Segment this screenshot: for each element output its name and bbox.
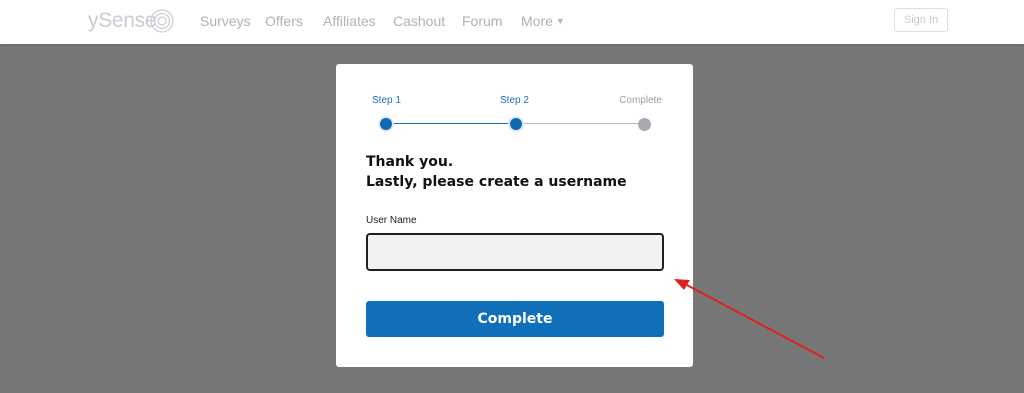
step-complete-label: Complete [619,95,662,106]
username-input[interactable] [366,233,664,271]
nav-link-surveys[interactable]: Surveys [200,13,251,29]
step-1-label: Step 1 [372,95,401,106]
nav-more-label: More [521,13,553,29]
progress-track-completed [386,123,516,124]
nav-link-affiliates[interactable]: Affiliates [323,13,376,29]
progress-track-pending [516,123,644,124]
step-2-marker [508,116,524,132]
step-2-label: Step 2 [500,95,529,106]
sign-in-button[interactable]: Sign In [894,8,948,32]
logo-text: ySense [88,9,157,32]
nav-more-dropdown[interactable]: More ▼ [521,13,565,29]
ysense-logo[interactable]: ySense [88,6,175,36]
caret-down-icon: ▼ [555,16,565,26]
nav-link-forum[interactable]: Forum [462,13,502,29]
complete-button[interactable]: Complete [366,301,664,337]
top-navbar: ySense Surveys Offers Affiliates Cashout… [0,0,1024,44]
heading-line-thanks: Thank you. [366,154,454,170]
step-1-marker [378,116,394,132]
swirl-logo-icon [150,9,174,33]
heading-line-instruction: Lastly, please create a username [366,174,627,190]
nav-link-cashout[interactable]: Cashout [393,13,445,29]
dialog-heading: Thank you. Lastly, please create a usern… [366,152,627,192]
create-username-dialog: Step 1 Step 2 Complete Thank you. Lastly… [336,64,693,367]
username-label: User Name [366,215,417,226]
step-complete-marker [638,118,651,131]
nav-link-offers[interactable]: Offers [265,13,303,29]
